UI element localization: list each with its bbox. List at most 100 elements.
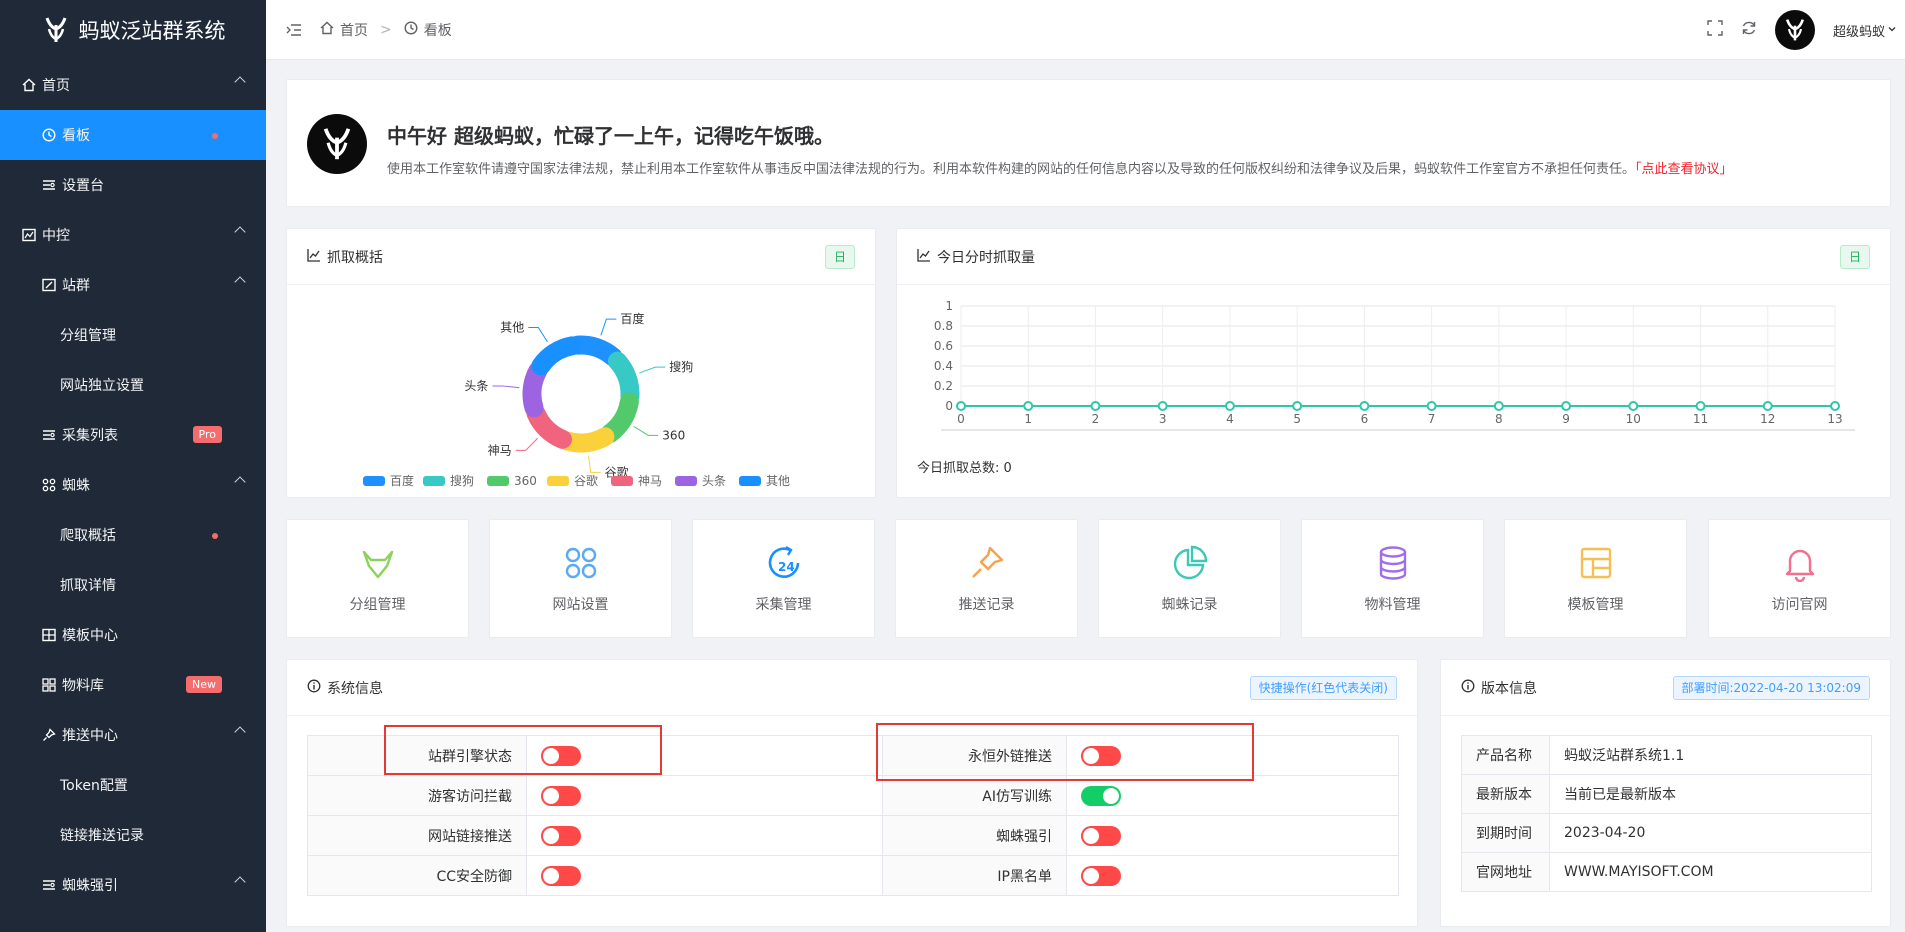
welcome-card: 中午好 超级蚂蚁，忙碌了一上午，记得吃午饭哦。 使用本工作室软件请遵守国家法律法… xyxy=(286,79,1891,207)
notification-dot xyxy=(212,533,218,539)
command-icon xyxy=(42,478,60,492)
shortcut-template-manage[interactable]: 模板管理 xyxy=(1504,519,1687,638)
switch-label: IP黑名单 xyxy=(882,855,1067,896)
username[interactable]: 超级蚂蚁 xyxy=(1833,21,1885,40)
shortcut-visit-website[interactable]: 访问官网 xyxy=(1708,519,1891,638)
data-point-10 xyxy=(1628,401,1639,411)
shortcut-label: 网站设置 xyxy=(552,596,609,613)
sidebar-item-token-config[interactable]: Token配置 xyxy=(0,760,266,810)
sidebar-item-material[interactable]: 物料库 New xyxy=(0,660,266,710)
sidebar-item-push-records[interactable]: 链接推送记录 xyxy=(0,810,266,860)
welcome-title: 中午好 超级蚂蚁，忙碌了一上午，记得吃午饭哦。 xyxy=(387,124,834,148)
sidebar-item-template-center[interactable]: 模板中心 xyxy=(0,610,266,660)
x-tick-label-10: 10 xyxy=(1626,412,1641,426)
legend-swatch-5 xyxy=(675,476,697,486)
switch-label: 网站链接推送 xyxy=(307,815,527,856)
cc-defense-switch[interactable] xyxy=(541,865,581,886)
pie-label-line-1 xyxy=(639,366,666,374)
shortcut-material-manage[interactable]: 物料管理 xyxy=(1301,519,1484,638)
sidebar-item-site-group[interactable]: 站群 xyxy=(0,260,266,310)
data-point-13 xyxy=(1830,401,1840,411)
data-point-3 xyxy=(1157,401,1168,411)
chevron-down-icon[interactable] xyxy=(1887,22,1897,38)
spider-guide-switch[interactable] xyxy=(1081,825,1121,846)
ai-rewrite-switch[interactable] xyxy=(1081,785,1121,806)
quick-ops-tag: 快捷操作(红色代表关闭) xyxy=(1249,676,1397,700)
sidebar-item-label: 蜘蛛 xyxy=(62,478,90,494)
sidebar-item-label: 链接推送记录 xyxy=(60,828,144,844)
shortcut-collect-manage[interactable]: 24 采集管理 xyxy=(692,519,875,638)
table-row: 网站链接推送 蜘蛛强引 xyxy=(307,815,1399,856)
legal-notice-text: 使用本工作室软件请遵守国家法律法规，禁止利用本工作室软件从事违反中国法律法规的行… xyxy=(387,162,1636,177)
sidebar-item-label: 分组管理 xyxy=(60,328,116,344)
shortcut-label: 物料管理 xyxy=(1364,596,1421,613)
x-tick-label-8: 8 xyxy=(1495,412,1503,426)
sidebar-item-group-manage[interactable]: 分组管理 xyxy=(0,310,266,360)
refresh-icon[interactable] xyxy=(1741,20,1757,40)
table-row: 产品名称 蚂蚁泛站群系统1.1 xyxy=(1461,735,1872,775)
version-label: 到期时间 xyxy=(1461,813,1550,853)
pie-label-line-3 xyxy=(588,455,601,473)
ip-blacklist-switch[interactable] xyxy=(1081,865,1121,886)
legend-swatch-0 xyxy=(363,476,385,486)
chevron-up-icon xyxy=(234,76,246,88)
shortcut-site-settings[interactable]: 网站设置 xyxy=(489,519,672,638)
card-header: 版本信息 部署时间:2022-04-20 13:02:09 xyxy=(1441,660,1890,716)
shortcut-spider-records[interactable]: 蜘蛛记录 xyxy=(1098,519,1281,638)
logo[interactable]: 蚂蚁泛站群系统 xyxy=(0,0,266,60)
collapse-menu-icon[interactable] xyxy=(286,23,306,37)
sidebar-item-collect-list[interactable]: 采集列表 Pro xyxy=(0,410,266,460)
switch-label: 游客访问拦截 xyxy=(307,775,527,816)
settings-list-icon xyxy=(42,178,60,192)
breadcrumb-home[interactable]: 首页 xyxy=(340,20,368,40)
ant-logo-icon xyxy=(1785,19,1805,41)
sidebar-item-settings[interactable]: 设置台 xyxy=(0,160,266,210)
x-tick-label-0: 0 xyxy=(957,412,965,426)
command-icon xyxy=(565,547,596,578)
new-badge: New xyxy=(186,676,222,693)
legend-swatch-2 xyxy=(487,476,509,486)
sidebar-item-crawl-overview[interactable]: 爬取概括 xyxy=(0,510,266,560)
table-row: 官网地址 WWW.MAYISOFT.COM xyxy=(1461,852,1872,892)
data-point-11 xyxy=(1695,401,1706,411)
legend-swatch-4 xyxy=(611,476,633,486)
line-chart-icon xyxy=(917,248,931,266)
breadcrumb-separator: > xyxy=(380,21,392,38)
card-title: 抓取概括 xyxy=(327,249,383,266)
guest-block-switch[interactable] xyxy=(541,785,581,806)
x-tick-label-2: 2 xyxy=(1092,412,1100,426)
shortcut-push-records[interactable]: 推送记录 xyxy=(895,519,1078,638)
sidebar-item-home[interactable]: 首页 xyxy=(0,60,266,110)
layout-icon xyxy=(1580,547,1611,578)
highlight-box xyxy=(876,723,1254,781)
home-icon xyxy=(22,78,40,92)
breadcrumb-dashboard[interactable]: 看板 xyxy=(424,20,452,40)
legend-label-4: 神马 xyxy=(638,474,662,488)
sidebar-item-push-center[interactable]: 推送中心 xyxy=(0,710,266,760)
avatar[interactable] xyxy=(1774,10,1815,50)
sidebar-item-spider[interactable]: 蜘蛛 xyxy=(0,460,266,510)
gitlab-fox-icon xyxy=(362,550,393,578)
pie-label-0: 百度 xyxy=(620,311,644,326)
pie-label-1: 搜狗 xyxy=(669,359,693,374)
site-link-push-switch[interactable] xyxy=(541,825,581,846)
sidebar-item-crawl-detail[interactable]: 抓取详情 xyxy=(0,560,266,610)
sidebar-item-site-settings[interactable]: 网站独立设置 xyxy=(0,360,266,410)
period-tag[interactable]: 日 xyxy=(1839,245,1870,269)
sidebar-item-control[interactable]: 中控 xyxy=(0,210,266,260)
legend-swatch-1 xyxy=(423,476,445,486)
sidebar-item-label: 设置台 xyxy=(62,178,104,194)
chevron-up-icon xyxy=(234,476,246,488)
sidebar-item-spider-guide[interactable]: 蜘蛛强引 xyxy=(0,860,266,910)
shortcut-group-manage[interactable]: 分组管理 xyxy=(286,519,469,638)
deploy-time-tag: 部署时间:2022-04-20 13:02:09 xyxy=(1672,676,1870,700)
x-tick-label-13: 13 xyxy=(1827,412,1842,426)
x-tick-label-7: 7 xyxy=(1428,412,1436,426)
y-tick-label-1: 0.2 xyxy=(934,379,953,393)
period-tag[interactable]: 日 xyxy=(824,245,855,269)
fullscreen-icon[interactable] xyxy=(1707,20,1723,40)
version-value[interactable]: WWW.MAYISOFT.COM xyxy=(1549,852,1872,892)
agreement-link[interactable]: 「点此查看协议」 xyxy=(1635,162,1733,177)
pie-label-line-4 xyxy=(515,437,538,451)
sidebar-item-dashboard[interactable]: 看板 xyxy=(0,110,266,160)
